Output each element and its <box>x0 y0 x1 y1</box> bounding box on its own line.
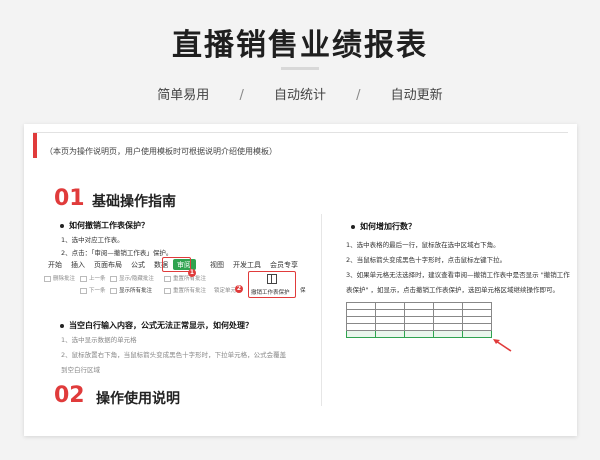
selected-last-row <box>346 330 492 338</box>
page-title: 直播销售业绩报表 <box>172 28 428 63</box>
subtitle-row: 简单易用 / 自动统计 / 自动更新 <box>0 84 600 103</box>
question-add-rows: 如何增加行数？ <box>351 221 416 232</box>
reset-comments-tool-2[interactable]: 重置所有批注 <box>164 286 206 294</box>
toggle-comment-tool[interactable]: 显示/隐藏批注 <box>110 274 154 282</box>
card-top-line <box>33 132 568 133</box>
tab-start[interactable]: 开始 <box>44 258 67 272</box>
next-icon <box>80 287 87 294</box>
tab-insert[interactable]: 插入 <box>67 258 90 272</box>
tab-member[interactable]: 会员专享 <box>266 258 303 272</box>
section-2-number: 02 <box>54 383 85 408</box>
tab-view[interactable]: 视图 <box>206 258 229 272</box>
step-item: 2、点击：「审阅—撤销工作表」保护。 <box>61 249 173 257</box>
column-divider <box>321 214 322 406</box>
step-item: 2、当鼠标箭头变成黑色十字形时，点击鼠标左键下拉。 <box>346 256 507 264</box>
question-formula: 当空白行输入内容，公式无法正常显示，如何处理？ <box>60 320 253 331</box>
step-item: 表保护" ，如显示，点击撤销工作表保护，选回单元格区域继续操作即可。 <box>346 286 560 294</box>
reset-icon <box>164 287 171 294</box>
usage-note: （本页为操作说明页，用户使用模板时可根据说明介绍使用模板） <box>45 147 277 156</box>
section-1-title: 基础操作指南 <box>92 194 176 210</box>
question-unprotect: 如何撤销工作表保护？ <box>60 220 149 231</box>
subtitle-easy: 简单易用 <box>157 88 210 103</box>
bullet-icon <box>60 323 64 328</box>
card-accent-bar <box>33 133 37 158</box>
subtitle-auto-update: 自动更新 <box>390 88 443 103</box>
next-comment-tool[interactable]: 下一条 <box>80 286 106 294</box>
arrow-icon <box>493 339 512 352</box>
step-item: 1、选中对应工作表。 <box>61 236 124 244</box>
delete-comment-tool[interactable]: 删除批注 <box>44 274 75 282</box>
tab-formula[interactable]: 公式 <box>127 258 150 272</box>
grid-example <box>346 302 492 342</box>
prev-comment-tool[interactable]: 上一条 <box>80 274 106 282</box>
protect-tool-truncated[interactable]: 保 <box>300 286 306 294</box>
title-underline <box>281 67 319 70</box>
tab-page-layout[interactable]: 页面布局 <box>90 258 127 272</box>
tab-developer[interactable]: 开发工具 <box>229 258 266 272</box>
comment-icon <box>44 275 51 282</box>
show-all-icon <box>110 287 117 294</box>
step-item: 1、选中显示数据的单元格 <box>61 336 137 344</box>
subtitle-separator: / <box>356 88 361 103</box>
show-all-comments-tool[interactable]: 显示所有批注 <box>110 286 152 294</box>
step-badge-1: 1 <box>188 269 196 277</box>
section-2-title: 操作使用说明 <box>96 391 180 407</box>
highlight-review-tab <box>162 257 191 272</box>
subtitle-auto-stat: 自动统计 <box>273 88 326 103</box>
prev-icon <box>80 275 87 282</box>
instruction-card: （本页为操作说明页，用户使用模板时可根据说明介绍使用模板） 01 基础操作指南 … <box>24 124 577 436</box>
bullet-icon <box>60 223 64 228</box>
reset-comments-tool[interactable]: 重置所有批注 <box>164 274 206 282</box>
step-item: 1、选中表格的最后一行，鼠标放在选中区域右下角。 <box>346 241 500 249</box>
step-item: 2、鼠标放置右下角，当鼠标箭头变成黑色十字形时，下拉单元格，公式会覆盖 <box>61 351 287 359</box>
subtitle-separator: / <box>239 88 244 103</box>
step-badge-2: 2 <box>235 285 243 293</box>
toggle-icon <box>110 275 117 282</box>
step-item: 到空白行区域 <box>61 366 100 374</box>
step-item: 3、如果单元格无法选择时，建议查看审阅—撤销工作表中是否显示 "撤销工作 <box>346 271 570 279</box>
reset-icon <box>164 275 171 282</box>
bullet-icon <box>351 224 355 229</box>
highlight-unprotect-button <box>248 271 296 298</box>
section-1-number: 01 <box>54 186 85 211</box>
